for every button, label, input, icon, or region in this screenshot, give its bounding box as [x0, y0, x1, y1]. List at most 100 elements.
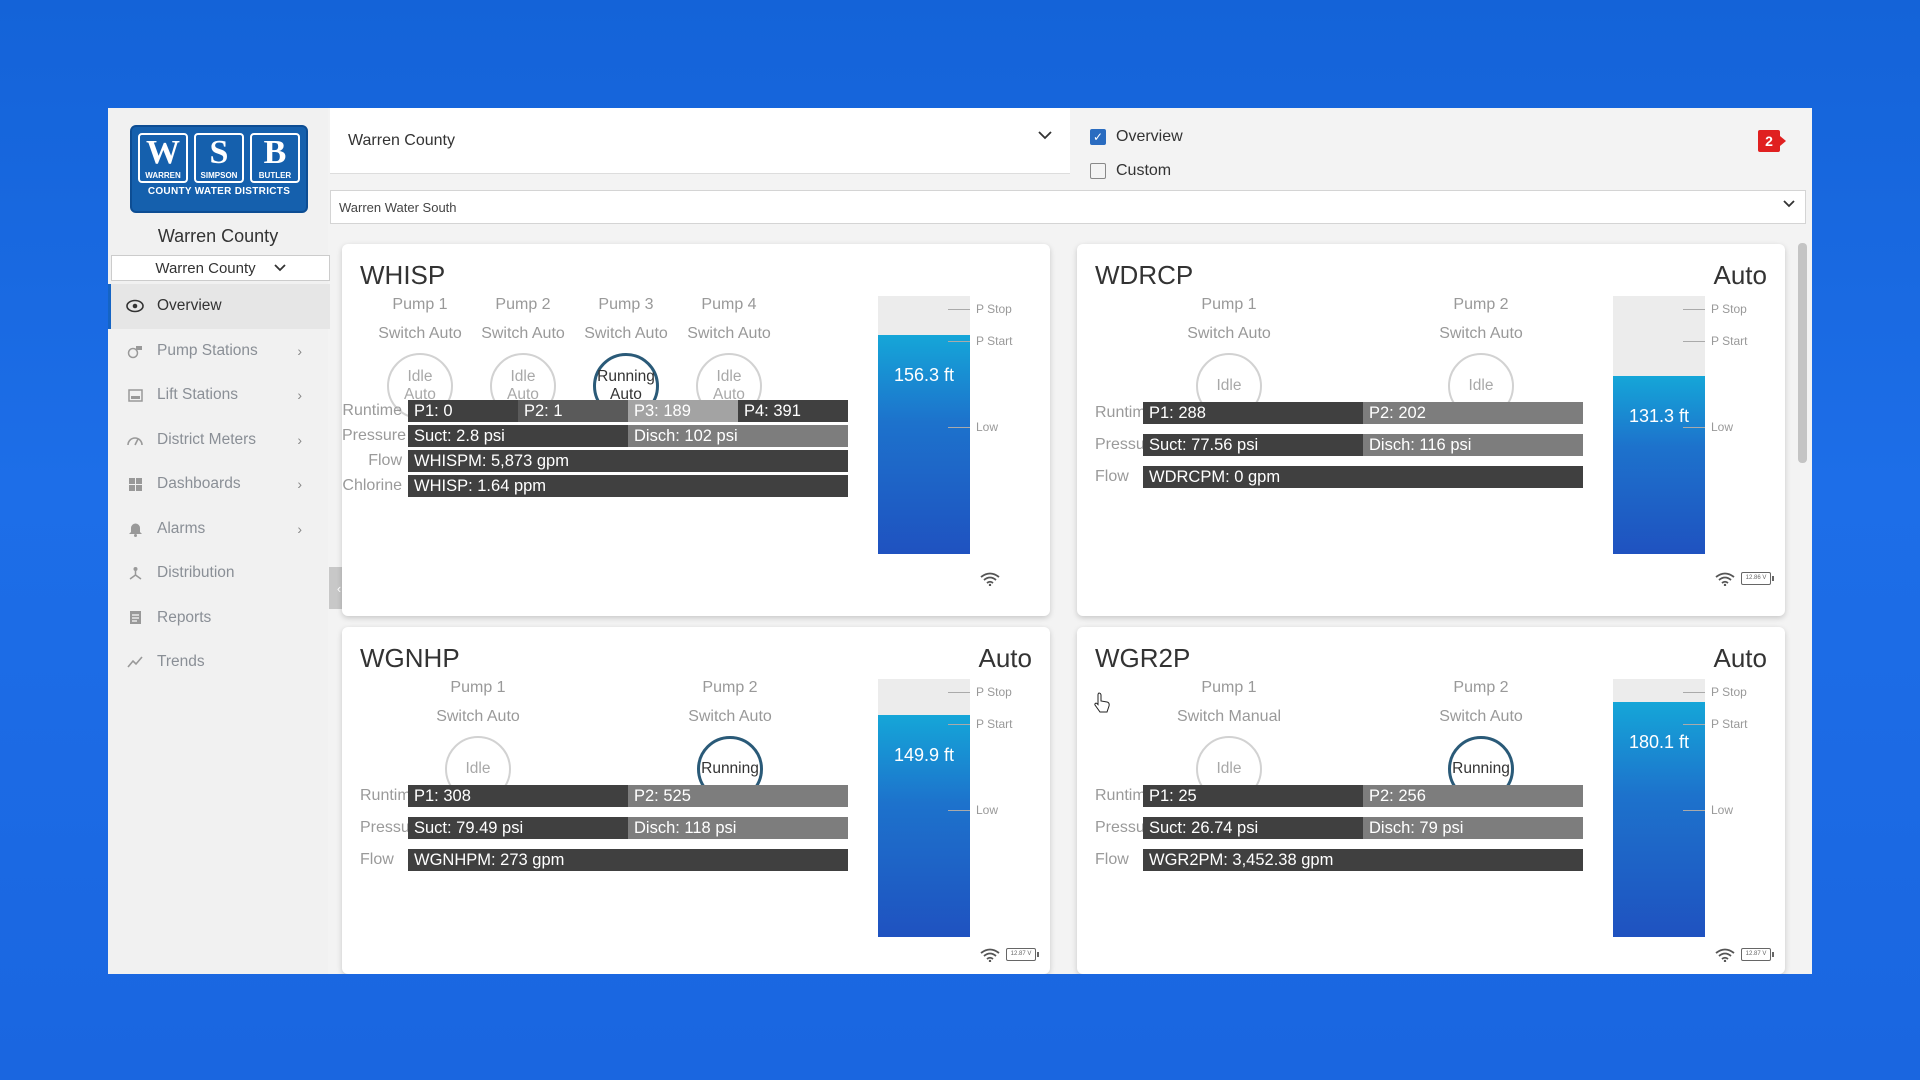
- pump-name: Pump 3: [598, 296, 654, 313]
- sidebar-item-district-meters[interactable]: District Meters ›: [108, 418, 330, 463]
- sidebar-county-title: Warren County: [157, 226, 279, 246]
- tank-mark-p-stop: P Stop: [948, 302, 1012, 316]
- overview-checkbox[interactable]: ✓ Overview: [1090, 120, 1183, 154]
- scrollbar[interactable]: [1798, 243, 1807, 463]
- tank-mark-line: [1683, 308, 1705, 310]
- tank-mark-p-start: P Start: [1683, 717, 1747, 731]
- tank-mark-label: Low: [1711, 803, 1734, 817]
- tank-mark-low: Low: [1683, 803, 1733, 817]
- pump-state-line: Idle: [716, 368, 742, 385]
- tank-mark-line: [1683, 340, 1705, 342]
- pump-name: Pump 4: [701, 296, 757, 313]
- logo-letter: B: [263, 134, 287, 171]
- pump-name: Pump 1: [1201, 679, 1257, 696]
- pump-state-text: Idle: [1217, 377, 1242, 395]
- distribution-icon: [126, 564, 144, 582]
- pump-status[interactable]: Pump 2 Switch Auto Running: [675, 679, 785, 802]
- tank-mark-line: [948, 340, 970, 342]
- chevron-right-icon: ›: [297, 520, 302, 537]
- pump-name: Pump 2: [1453, 679, 1509, 696]
- sidebar-item-reports[interactable]: Reports: [108, 596, 330, 641]
- app-window: W WARREN S SIMPSON B BUTLER COUNTY WATER DI…: [108, 108, 1812, 974]
- data-value: P2: 256: [1363, 785, 1583, 807]
- tank-mark-p-stop: P Stop: [948, 685, 1012, 699]
- tank-mark-low: Low: [948, 803, 998, 817]
- data-value: P2: 525: [628, 785, 848, 807]
- chevron-right-icon: ›: [297, 342, 302, 359]
- tank-mark-low: Low: [948, 420, 998, 434]
- data-value: Suct: 77.56 psi: [1143, 434, 1363, 456]
- data-row-label: Runtime: [360, 787, 420, 804]
- data-row-runtime: Runtime P1: 25 P2: 256: [1077, 785, 1583, 807]
- tank-level-value: 149.9 ft: [893, 745, 955, 766]
- view-options: ✓ Overview Custom: [1090, 120, 1183, 188]
- sidebar-item-label: District Meters: [157, 430, 257, 448]
- station-mode: Auto: [1713, 260, 1768, 290]
- tank-level-value: 180.1 ft: [1628, 732, 1690, 753]
- tank-mark-p-stop: P Stop: [1683, 302, 1747, 316]
- data-row-label: Runtime: [342, 402, 402, 419]
- pump-status[interactable]: Pump 1 Switch Auto Idle: [1174, 296, 1284, 419]
- county-select[interactable]: Warren County: [330, 108, 1070, 174]
- pump-state-line: Idle: [465, 760, 491, 777]
- pump-status[interactable]: Pump 1 Switch Auto Idle: [423, 679, 533, 802]
- sidebar-item-overview[interactable]: Overview: [108, 284, 330, 329]
- data-value: P1: 308: [408, 785, 628, 807]
- logo-letter-name: SIMPSON: [200, 171, 238, 180]
- pump-state-line: Running: [701, 760, 759, 777]
- data-row-flow: Flow WHISPM: 5,873 gpm: [342, 450, 848, 472]
- sidebar-item-trends[interactable]: Trends: [108, 640, 330, 685]
- pump-state-text: Running Auto: [597, 368, 655, 404]
- station-card-wgr2p[interactable]: WGR2P Auto Pump 1 Switch Manual Idle Pump 2 Sw…: [1077, 627, 1785, 974]
- data-value: Disch: 118 psi: [628, 817, 848, 839]
- pump-state-text: Running: [701, 760, 759, 778]
- county-select-value: Warren County: [348, 131, 455, 149]
- pump-switch-mode: Switch Auto: [1187, 325, 1271, 342]
- sidebar-nav: Overview Pump Stations › Lift Stations › Dist…: [108, 284, 330, 685]
- pump-state-line: Running: [597, 368, 655, 385]
- data-row-label: Flow: [1095, 851, 1129, 868]
- data-row-label: Flow: [360, 851, 394, 868]
- system-select[interactable]: Warren Water South: [330, 190, 1806, 224]
- battery-icon: 12.86 V: [1741, 572, 1774, 585]
- data-row-flow: Flow WGR2PM: 3,452.38 gpm: [1077, 849, 1583, 871]
- data-value: WDRCPM: 0 gpm: [1143, 466, 1583, 488]
- custom-checkbox[interactable]: Custom: [1090, 154, 1183, 188]
- sidebar-item-distribution[interactable]: Distribution: [108, 551, 330, 596]
- sidebar-item-alarms[interactable]: Alarms ›: [108, 507, 330, 552]
- pump-status[interactable]: Pump 2 Switch Auto Running: [1426, 679, 1536, 802]
- data-row-pressure: Pressure Suct: 79.49 psi Disch: 118 psi: [342, 817, 848, 839]
- pump-status[interactable]: Pump 2 Switch Auto Idle: [1426, 296, 1536, 419]
- sidebar-item-label: Reports: [157, 608, 212, 626]
- battery-icon: 12.87 V: [1741, 948, 1774, 961]
- sidebar-item-pump-stations[interactable]: Pump Stations ›: [108, 329, 330, 374]
- data-value: P3: 189: [628, 400, 738, 422]
- data-value: Disch: 102 psi: [628, 425, 848, 447]
- pump-state-line: Idle: [510, 368, 536, 385]
- chevron-right-icon: ›: [297, 431, 302, 448]
- sidebar-item-lift-stations[interactable]: Lift Stations ›: [108, 373, 330, 418]
- tank-mark-label: P Start: [976, 717, 1013, 731]
- wifi-signal-icon: [1715, 572, 1735, 586]
- wsb-logo: W WARREN S SIMPSON B BUTLER COUNTY WATER DI…: [130, 125, 308, 213]
- eye-icon: [126, 297, 144, 315]
- pump-name: Pump 2: [495, 296, 551, 313]
- chevron-down-icon: [1783, 200, 1795, 208]
- alarm-count-badge[interactable]: 2: [1758, 130, 1786, 152]
- sidebar-item-label: Lift Stations: [157, 386, 238, 404]
- sidebar-county-select[interactable]: Warren County: [111, 255, 330, 281]
- tank-mark-label: P Start: [1711, 717, 1748, 731]
- pump-name: Pump 1: [392, 296, 448, 313]
- pump-status[interactable]: Pump 1 Switch Manual Idle: [1174, 679, 1284, 802]
- overview-checkbox-label: Overview: [1116, 128, 1183, 145]
- station-card-wdrcp[interactable]: WDRCP Auto Pump 1 Switch Auto Idle Pump 2 Swit…: [1077, 244, 1785, 616]
- tank-level-value: 156.3 ft: [893, 364, 955, 385]
- data-value: Suct: 26.74 psi: [1143, 817, 1363, 839]
- data-row-pressure: Pressure Suct: 2.8 psi Disch: 102 psi: [342, 425, 848, 447]
- pump-switch-mode: Switch Auto: [1439, 325, 1523, 342]
- tank-mark-line: [948, 426, 970, 428]
- station-card-whisp[interactable]: WHISP Pump 1 Switch Auto Idle Auto Pump 2 Swit…: [342, 244, 1050, 616]
- sidebar-item-dashboards[interactable]: Dashboards ›: [108, 462, 330, 507]
- station-mode: Auto: [978, 643, 1033, 673]
- station-card-wgnhp[interactable]: WGNHP Auto Pump 1 Switch Auto Idle Pump 2 Swit…: [342, 627, 1050, 974]
